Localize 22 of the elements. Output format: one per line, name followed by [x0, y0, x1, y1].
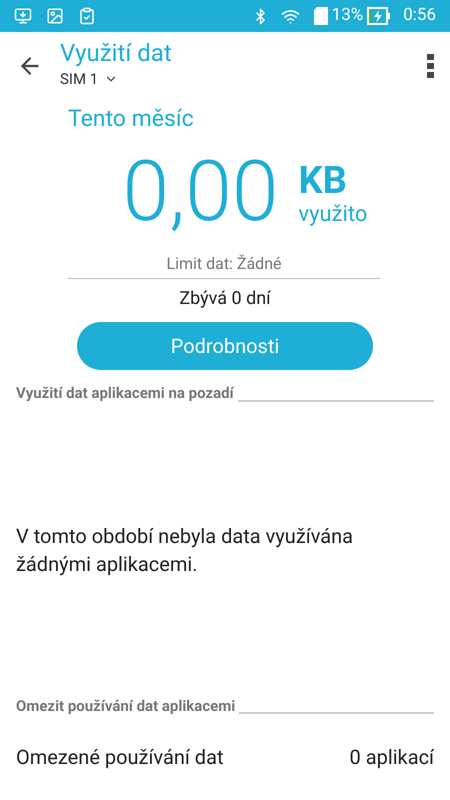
battery-percentage: 13% [332, 4, 364, 28]
usage-unit: KB [298, 160, 348, 202]
empty-message: V tomto období nebyla data využívána žádnými aplikacemi. [16, 522, 354, 578]
section-heading: Využití dat aplikacemi na pozadí [16, 383, 234, 404]
row-value: 0 aplikací [350, 744, 434, 771]
usage-caption: využito [298, 202, 368, 228]
section-heading: Omezit používání dat aplikacemi [16, 696, 236, 716]
page-title: Využití dat [60, 38, 173, 68]
period-label: Tento měsíc [68, 104, 195, 134]
image-icon [46, 7, 64, 25]
battery-charging-icon [367, 7, 392, 25]
usage-amount: 0,00 [122, 150, 278, 234]
sim-dropdown[interactable]: SIM 1 [60, 68, 118, 90]
row-label: Omezené používání dat [16, 744, 224, 771]
clock: 0:56 [403, 4, 436, 28]
data-limit: Limit dat: Žádné [166, 253, 282, 275]
days-remaining: Zbývá 0 dní [179, 287, 271, 311]
more-vertical-icon [426, 54, 434, 78]
clipboard-icon [78, 7, 96, 25]
screen-icon [14, 7, 32, 25]
sd-card-icon [314, 7, 328, 25]
settings-row[interactable]: Omezené používání dat 0 aplikací [0, 731, 450, 783]
